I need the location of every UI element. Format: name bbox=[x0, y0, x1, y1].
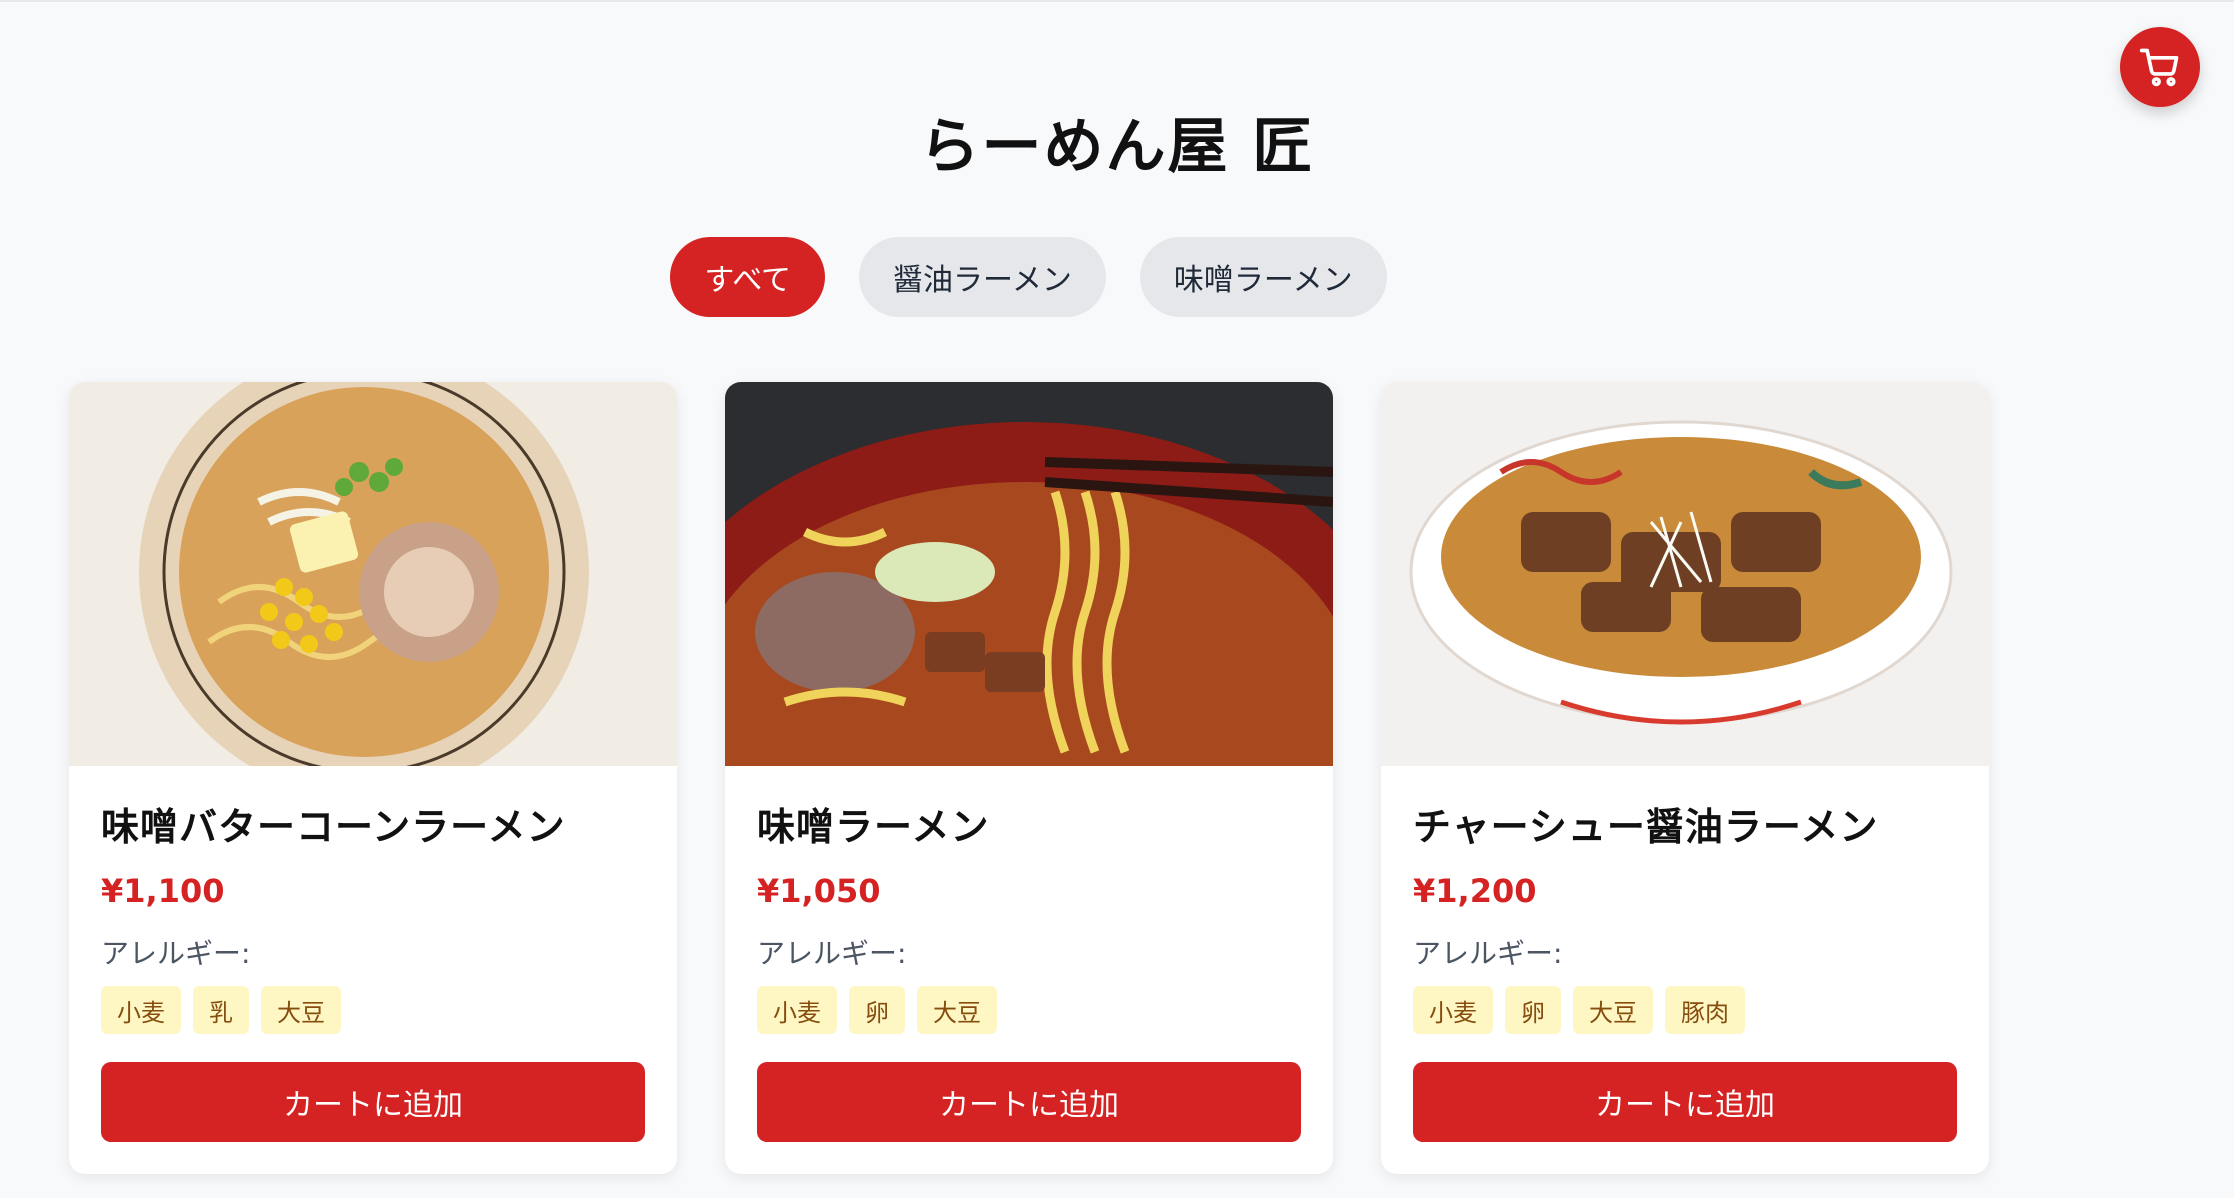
chashu-shoyu-ramen-photo bbox=[1381, 382, 1989, 766]
menu-grid: 味噌バターコーンラーメン ¥1,100 アレルギー: 小麦 乳 大豆 カートに追… bbox=[69, 382, 1989, 1174]
allergen-tag: 小麦 bbox=[1413, 986, 1493, 1034]
item-name: チャーシュー醤油ラーメン bbox=[1413, 805, 1879, 849]
allergy-label: アレルギー: bbox=[101, 937, 251, 970]
filter-miso-ramen[interactable]: 味噌ラーメン bbox=[1139, 237, 1387, 317]
allergen-tags: 小麦 卵 大豆 豚肉 bbox=[1413, 986, 1957, 1034]
page-title: らーめん屋 匠 bbox=[919, 112, 1315, 182]
allergen-tag: 大豆 bbox=[917, 986, 997, 1034]
add-to-cart-button[interactable]: カートに追加 bbox=[101, 1062, 645, 1142]
menu-card: 味噌バターコーンラーメン ¥1,100 アレルギー: 小麦 乳 大豆 カートに追… bbox=[69, 382, 677, 1174]
filter-all[interactable]: すべて bbox=[670, 237, 826, 317]
ramen-bowl-image bbox=[69, 382, 677, 766]
allergen-tags: 小麦 卵 大豆 bbox=[757, 986, 1301, 1034]
ramen-bowl-image bbox=[1381, 382, 1989, 766]
allergen-tag: 大豆 bbox=[261, 986, 341, 1034]
item-name: 味噌バターコーンラーメン bbox=[101, 805, 566, 849]
allergen-tag: 卵 bbox=[849, 986, 905, 1034]
category-filters: すべて 醤油ラーメン 味噌ラーメン bbox=[0, 237, 2234, 317]
add-to-cart-button[interactable]: カートに追加 bbox=[757, 1062, 1301, 1142]
allergen-tags: 小麦 乳 大豆 bbox=[101, 986, 645, 1034]
miso-butter-corn-ramen-photo bbox=[69, 382, 677, 766]
allergen-tag: 卵 bbox=[1505, 986, 1561, 1034]
allergen-tag: 豚肉 bbox=[1665, 986, 1745, 1034]
menu-card: チャーシュー醤油ラーメン ¥1,200 アレルギー: 小麦 卵 大豆 豚肉 カー… bbox=[1381, 382, 1989, 1174]
page: らーめん屋 匠 すべて 醤油ラーメン 味噌ラーメン 味噌バターコーンラーメン ¥… bbox=[0, 0, 2234, 1198]
item-price: ¥1,100 bbox=[101, 872, 225, 910]
ramen-bowl-image bbox=[725, 382, 1333, 766]
miso-ramen-photo bbox=[725, 382, 1333, 766]
allergen-tag: 小麦 bbox=[101, 986, 181, 1034]
allergen-tag: 小麦 bbox=[757, 986, 837, 1034]
allergen-tag: 乳 bbox=[193, 986, 249, 1034]
item-price: ¥1,050 bbox=[757, 872, 881, 910]
allergy-label: アレルギー: bbox=[1413, 937, 1563, 970]
cart-button[interactable] bbox=[2120, 27, 2200, 107]
filter-shoyu-ramen[interactable]: 醤油ラーメン bbox=[859, 237, 1106, 317]
allergy-label: アレルギー: bbox=[757, 937, 907, 970]
add-to-cart-button[interactable]: カートに追加 bbox=[1413, 1062, 1957, 1142]
item-name: 味噌ラーメン bbox=[757, 805, 990, 849]
shopping-cart-icon bbox=[2139, 48, 2179, 87]
menu-card: 味噌ラーメン ¥1,050 アレルギー: 小麦 卵 大豆 カートに追加 bbox=[725, 382, 1333, 1174]
item-price: ¥1,200 bbox=[1413, 872, 1537, 910]
allergen-tag: 大豆 bbox=[1573, 986, 1653, 1034]
